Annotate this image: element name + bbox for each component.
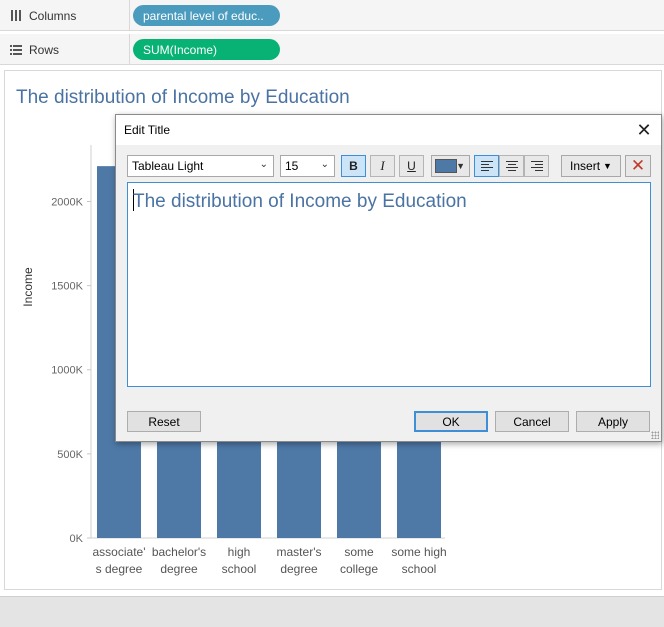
align-right-icon <box>530 161 543 171</box>
x-category-label: school <box>222 562 257 576</box>
cancel-button[interactable]: Cancel <box>495 411 569 432</box>
ok-button[interactable]: OK <box>414 411 488 432</box>
rows-label-text: Rows <box>29 42 60 57</box>
x-category-label: associate' <box>93 545 146 559</box>
align-center-button[interactable] <box>499 155 524 177</box>
x-category-label: some <box>344 545 374 559</box>
chevron-down-icon: ⌄ <box>259 159 268 170</box>
x-category-label: degree <box>160 562 198 576</box>
y-tick-label: 1500K <box>51 281 83 293</box>
chevron-down-icon: ⌄ <box>320 159 329 170</box>
columns-shelf[interactable]: Columns parental level of educ.. <box>0 0 664 31</box>
underline-button[interactable]: U <box>399 155 424 177</box>
title-text: The distribution of Income by Education <box>133 191 467 212</box>
x-category-label: bachelor's <box>152 545 206 559</box>
x-category-label: degree <box>280 562 318 576</box>
y-tick-label: 1000K <box>51 365 83 377</box>
apply-button[interactable]: Apply <box>576 411 650 432</box>
dropdown-arrow-icon: ▼ <box>603 161 612 171</box>
columns-shelf-label: Columns <box>0 0 130 31</box>
resize-grip-icon[interactable] <box>651 431 659 439</box>
rows-shelf[interactable]: Rows SUM(Income) <box>0 34 664 65</box>
rows-shelf-label: Rows <box>0 34 130 65</box>
bold-button[interactable]: B <box>341 155 366 177</box>
columns-label-text: Columns <box>29 8 77 23</box>
x-category-label: master's <box>277 545 322 559</box>
align-left-button[interactable] <box>474 155 499 177</box>
italic-button[interactable]: I <box>370 155 395 177</box>
font-color-button[interactable]: ▼ <box>431 155 470 177</box>
color-swatch <box>435 159 457 173</box>
align-right-button[interactable] <box>524 155 549 177</box>
y-tick-label: 500K <box>57 449 83 461</box>
font-select[interactable]: Tableau Light ⌄ <box>127 155 274 177</box>
align-center-icon <box>505 161 518 171</box>
reset-button[interactable]: Reset <box>127 411 201 432</box>
align-left-icon <box>480 161 493 171</box>
size-select-value: 15 <box>285 159 299 173</box>
columns-icon <box>11 10 21 21</box>
x-category-label: some high <box>391 545 446 559</box>
status-bar <box>0 596 664 627</box>
dropdown-arrow-icon: ▼ <box>456 161 465 171</box>
columns-pill[interactable]: parental level of educ.. <box>133 5 280 26</box>
close-icon[interactable]: ✕ <box>633 119 655 141</box>
x-category-label: college <box>340 562 378 576</box>
rows-icon <box>10 45 22 55</box>
format-toolbar: Tableau Light ⌄ 15 ⌄ B I U ▼ Insert ▼ ✕ <box>127 155 652 177</box>
size-select[interactable]: 15 ⌄ <box>280 155 335 177</box>
font-select-value: Tableau Light <box>132 159 204 173</box>
y-tick-label: 0K <box>70 533 84 545</box>
x-category-label: school <box>402 562 437 576</box>
insert-button[interactable]: Insert ▼ <box>561 155 621 177</box>
title-text-editor[interactable]: The distribution of Income by Education <box>127 182 651 387</box>
x-category-label: s degree <box>96 562 143 576</box>
dialog-titlebar: Edit Title <box>116 115 661 145</box>
x-category-label: high <box>228 545 251 559</box>
clear-x-icon: ✕ <box>630 156 646 175</box>
insert-button-label: Insert <box>570 159 601 173</box>
rows-pill[interactable]: SUM(Income) <box>133 39 280 60</box>
dialog-title: Edit Title <box>124 123 171 137</box>
y-tick-label: 2000K <box>51 196 83 208</box>
edit-title-dialog[interactable]: Edit Title ✕ Tableau Light ⌄ 15 ⌄ B I U … <box>115 114 662 442</box>
clear-formatting-button[interactable]: ✕ <box>625 155 651 177</box>
